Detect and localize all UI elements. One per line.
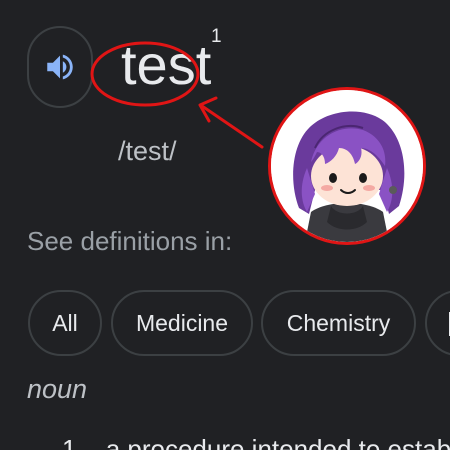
pronunciation-audio-button[interactable] — [27, 26, 93, 108]
sense-superscript: 1 — [211, 26, 222, 47]
chip-label: Chemistry — [286, 309, 391, 336]
chip-partial[interactable] — [425, 290, 450, 356]
speaker-icon — [47, 54, 73, 80]
headword: test — [121, 33, 212, 96]
annotation-arrow — [198, 96, 264, 149]
chip-label: Medicine — [135, 309, 229, 336]
chip-chemistry[interactable]: Chemistry — [261, 290, 416, 356]
dictionary-card: test 1 /test/ See definitions in: All Me… — [0, 0, 450, 450]
part-of-speech: noun — [27, 374, 88, 404]
anime-character-avatar — [271, 90, 423, 242]
see-definitions-label: See definitions in: — [27, 226, 233, 256]
definition-number: 1. — [62, 434, 84, 450]
pronunciation-text: /test/ — [118, 136, 177, 166]
avatar — [268, 87, 426, 245]
definition-text: a procedure intended to establish — [105, 434, 450, 450]
chip-all[interactable]: All — [28, 290, 102, 356]
chip-medicine[interactable]: Medicine — [111, 290, 253, 356]
chip-label: All — [52, 309, 78, 336]
definition-item: 1. a procedure intended to establish — [62, 432, 450, 450]
